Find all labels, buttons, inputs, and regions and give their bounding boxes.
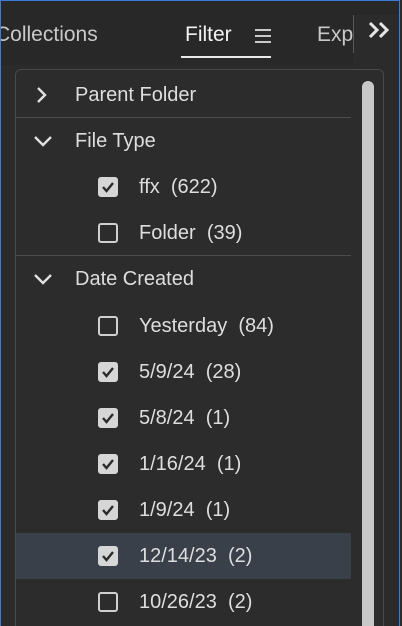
filter-option-count: (1) xyxy=(205,406,231,429)
chevron-down-icon[interactable] xyxy=(34,133,52,149)
filter-checkbox[interactable] xyxy=(98,315,118,336)
filter-option-label: Folder (39) xyxy=(139,222,242,245)
filter-option-count: (28) xyxy=(205,360,242,383)
filter-option-count: (1) xyxy=(216,452,242,475)
filter-option-count: (2) xyxy=(227,591,253,614)
filter-option-name: 1/9/24 xyxy=(139,498,195,521)
filter-option-row[interactable]: 12/14/23 (2) xyxy=(16,533,351,579)
filter-option-row[interactable]: 1/16/24 (1) xyxy=(16,441,351,487)
tab-bar: Collections Filter Export xyxy=(1,1,399,65)
filter-option-label: 1/16/24 (1) xyxy=(139,453,241,476)
filter-option-label: Yesterday (84) xyxy=(139,315,274,338)
filter-option-label: 5/9/24 (28) xyxy=(139,361,241,384)
filter-section-header[interactable]: File Type xyxy=(16,118,351,164)
filter-section-label: File Type xyxy=(75,130,156,153)
chevron-right-icon[interactable] xyxy=(34,87,50,103)
active-tab-indicator xyxy=(181,56,271,58)
filter-option-row[interactable]: 5/9/24 (28) xyxy=(16,349,351,395)
tab-collections[interactable]: Collections xyxy=(1,23,98,47)
filter-option-label: 10/26/23 (2) xyxy=(139,591,252,614)
filter-checkbox[interactable] xyxy=(98,223,118,244)
filter-checkbox[interactable] xyxy=(98,592,118,613)
filter-section-label: Date Created xyxy=(75,268,194,291)
chevron-down-icon[interactable] xyxy=(34,271,52,287)
filter-option-label: ffx (622) xyxy=(139,176,218,199)
filter-option-name: 12/14/23 xyxy=(139,545,217,567)
filter-option-name: ffx xyxy=(139,176,160,199)
filter-option-name: Yesterday xyxy=(139,314,228,337)
filter-option-label: 1/9/24 (1) xyxy=(139,499,230,522)
filter-option-name: Folder xyxy=(139,222,196,245)
filter-option-row[interactable]: 10/26/23 (2) xyxy=(16,579,351,625)
filter-option-count: (622) xyxy=(170,176,218,199)
filter-option-label: 12/14/23 (2) xyxy=(139,545,252,568)
filter-checkbox[interactable] xyxy=(98,453,118,474)
filter-option-name: 5/8/24 xyxy=(139,406,195,429)
scrollbar-thumb[interactable] xyxy=(362,81,374,626)
filter-checkbox[interactable] xyxy=(98,499,118,520)
hamburger-menu-icon[interactable] xyxy=(255,29,271,43)
filter-option-name: 10/26/23 xyxy=(139,591,217,614)
filter-checkbox[interactable] xyxy=(98,407,118,428)
filter-option-count: (2) xyxy=(227,545,253,567)
filter-option-row[interactable]: ffx (622) xyxy=(16,164,351,210)
filter-option-row[interactable]: Folder (39) xyxy=(16,210,351,257)
tab-filter[interactable]: Filter xyxy=(185,23,232,47)
filter-checkbox[interactable] xyxy=(98,361,118,382)
filter-option-row[interactable]: 1/9/24 (1) xyxy=(16,487,351,533)
filter-option-count: (39) xyxy=(206,222,243,245)
filter-option-row[interactable]: Yesterday (84) xyxy=(16,303,351,349)
filter-section-header[interactable]: Parent Folder xyxy=(16,72,351,118)
filter-option-name: 1/16/24 xyxy=(139,452,206,475)
filter-panel-window: Collections Filter Export Parent Folder F… xyxy=(0,0,400,626)
filter-section-label: Parent Folder xyxy=(75,84,197,106)
filter-section-header[interactable]: Date Created xyxy=(16,256,351,302)
double-chevron-right-icon[interactable] xyxy=(363,19,397,47)
filter-option-label: 5/8/24 (1) xyxy=(139,407,230,430)
filter-option-count: (84) xyxy=(238,314,274,337)
filter-checkbox[interactable] xyxy=(98,177,118,198)
filter-option-name: 5/9/24 xyxy=(139,360,195,383)
tab-divider xyxy=(353,15,354,53)
filter-checkbox[interactable] xyxy=(98,546,118,566)
filter-option-row[interactable]: 5/8/24 (1) xyxy=(16,395,351,441)
filter-option-count: (1) xyxy=(205,498,231,521)
